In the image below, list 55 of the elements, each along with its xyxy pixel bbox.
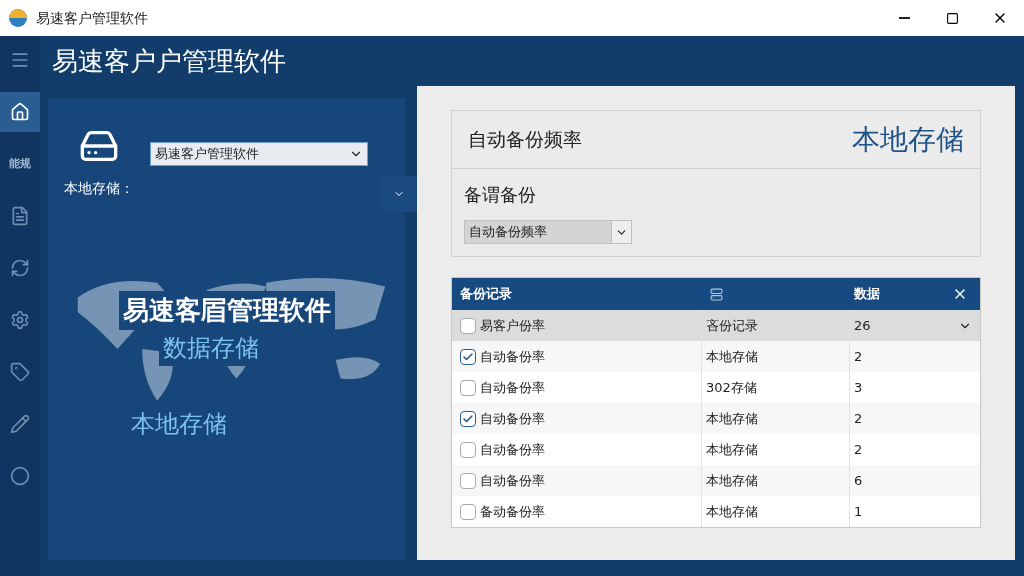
table-cell-text: 6 — [853, 471, 864, 490]
settings-heading: 自动备份频率 — [468, 127, 582, 153]
table-cell-text: 1 — [853, 502, 864, 521]
table-row[interactable]: 自动备份率 本地存储 2 — [452, 341, 980, 372]
table-cell-text: 自动备份率 — [480, 347, 545, 366]
banner-title: 易速客㞒管理软件 — [118, 291, 335, 330]
table-cell-text: 备动备份率 — [480, 502, 545, 521]
table-cell-text: 2 — [853, 347, 864, 366]
table-cell-text: 3 — [853, 378, 864, 397]
table-cell-text: 2 — [853, 440, 864, 459]
checkbox[interactable] — [460, 317, 476, 334]
tag-icon — [10, 362, 30, 382]
checkbox[interactable] — [460, 379, 476, 396]
column-header: 备份记录 — [459, 285, 513, 304]
table-cell-text: 易客户份率 — [480, 316, 545, 335]
app-logo-icon — [8, 8, 28, 28]
table-row[interactable]: 自动备份率 本地存储 2 — [452, 403, 980, 434]
checkbox[interactable] — [460, 410, 476, 427]
check-icon — [462, 350, 474, 363]
table-cell-text: 自动备份率 — [480, 409, 545, 428]
maximize-icon — [945, 11, 959, 25]
storage-icon — [710, 287, 723, 301]
banner-caption: 本地存储 — [130, 409, 227, 440]
column-header: 数据 — [853, 285, 881, 304]
section-label: 备谓备份 — [464, 183, 537, 207]
document-icon — [10, 206, 30, 226]
home-icon — [10, 102, 30, 122]
storage-title: 本地存储 — [852, 121, 964, 158]
storage-label: 本地存储： — [64, 179, 134, 198]
settings-icon — [10, 310, 30, 330]
menu-icon — [10, 50, 30, 70]
app-heading: 易速客户户管理软件 — [52, 44, 286, 78]
table-cell-text: 自动备份率 — [480, 378, 545, 397]
banner-subtitle: 数据存储 — [158, 330, 263, 366]
checkbox[interactable] — [460, 503, 476, 520]
table-cell-text: 自动备份率 — [480, 440, 545, 459]
check-icon — [462, 412, 474, 425]
table-cell: 本地存储 — [702, 496, 850, 527]
table-row[interactable]: 自动备份率 本地存储 6 — [452, 465, 980, 496]
sidebar-item[interactable]: 能规 — [0, 144, 40, 184]
table-cell-text: 26 — [853, 316, 872, 335]
minimize-icon — [898, 17, 910, 19]
table-row[interactable]: 易客户份率 吝份记录 26 — [452, 310, 980, 341]
frequency-dropdown[interactable]: 自动备份频率 — [464, 220, 632, 244]
sidebar-item[interactable] — [0, 92, 40, 132]
circle-icon — [10, 466, 30, 486]
checkbox[interactable] — [460, 348, 476, 365]
pencil-icon — [10, 414, 30, 434]
refresh-icon — [10, 258, 30, 278]
checkbox[interactable] — [460, 472, 476, 489]
table-cell-text: 自动备份率 — [480, 471, 545, 490]
dropdown[interactable]: 易速客户管理软件 — [150, 142, 368, 166]
window-title: 易速客户管理软件 — [36, 8, 148, 28]
table-cell-text: 2 — [853, 409, 864, 428]
checkbox[interactable] — [460, 441, 476, 458]
